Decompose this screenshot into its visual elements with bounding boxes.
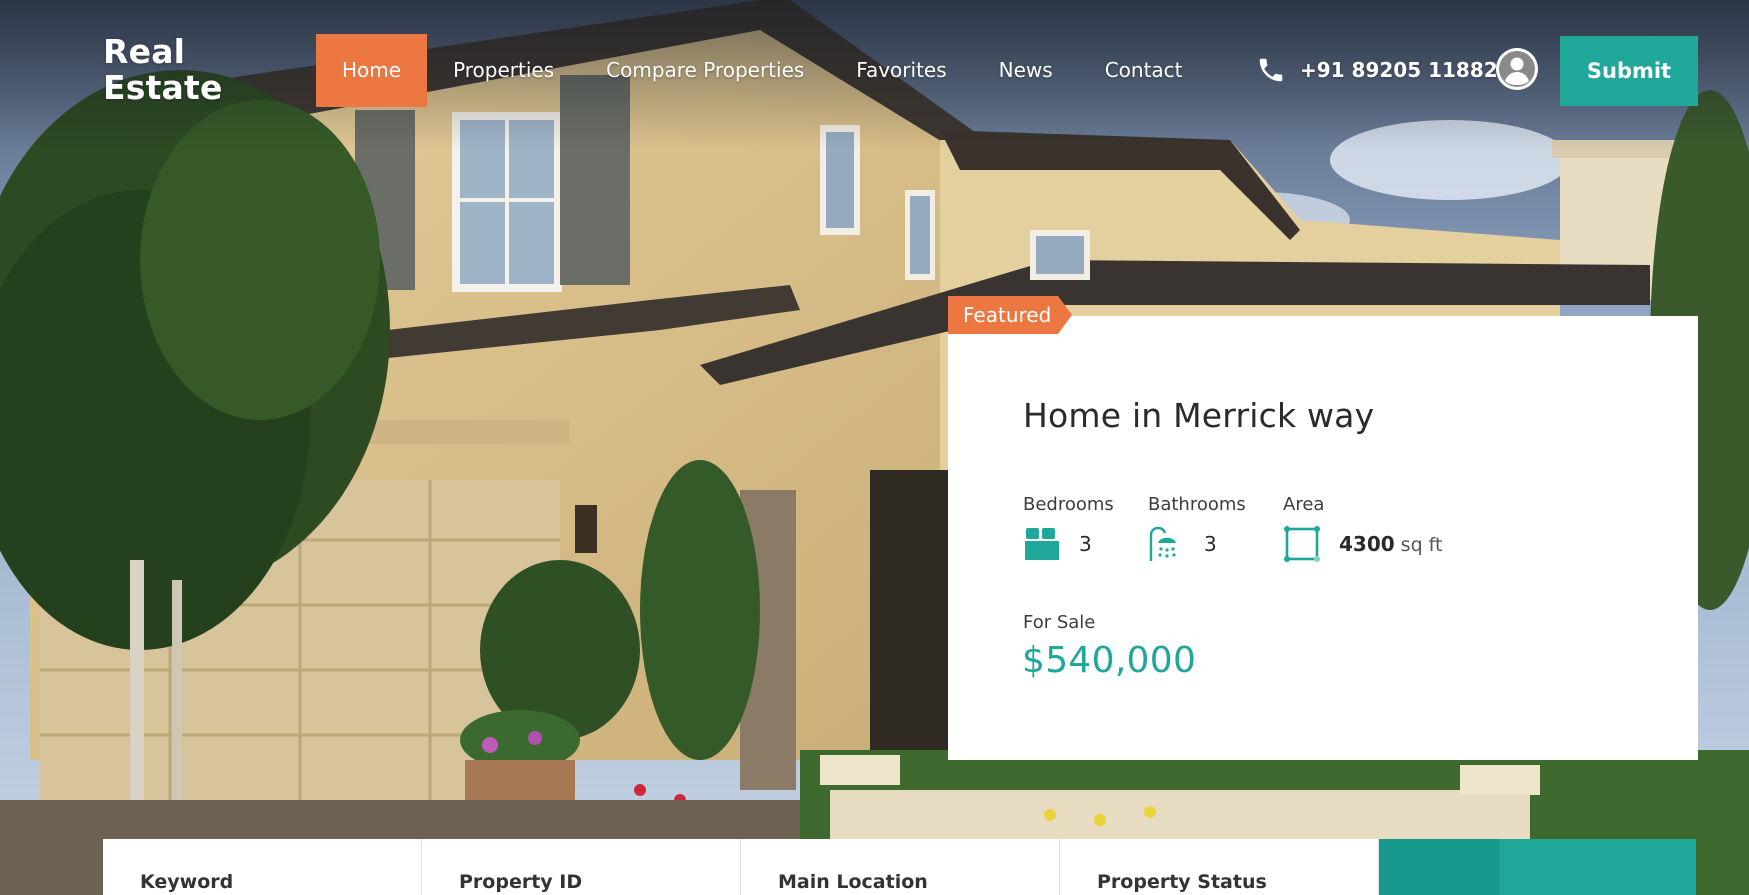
- property-search-bar: Keyword Property ID Main Location Proper…: [103, 839, 1696, 895]
- spec-bathrooms-label: Bathrooms: [1148, 494, 1246, 515]
- spec-area-value: 4300 sq ft: [1339, 532, 1442, 556]
- search-keyword-field[interactable]: Keyword: [103, 839, 422, 895]
- phone-number: +91 89205 11882: [1300, 58, 1498, 82]
- submit-button[interactable]: Submit: [1560, 36, 1698, 106]
- featured-badge: Featured: [948, 296, 1072, 334]
- brand-logo[interactable]: Real Estate: [103, 34, 223, 106]
- spec-area: Area 4300 sq ft: [1283, 494, 1442, 563]
- spec-bathrooms: Bathrooms 3: [1148, 494, 1246, 563]
- shower-icon: [1148, 525, 1186, 563]
- nav-item-contact[interactable]: Contact: [1079, 34, 1209, 107]
- main-nav: Home Properties Compare Properties Favor…: [316, 34, 1209, 107]
- nav-item-home[interactable]: Home: [316, 34, 428, 107]
- phone-contact[interactable]: +91 89205 11882: [1256, 52, 1498, 88]
- spec-bedrooms-label: Bedrooms: [1023, 494, 1114, 515]
- nav-item-compare-properties[interactable]: Compare Properties: [580, 34, 830, 107]
- spec-area-number: 4300: [1339, 532, 1395, 556]
- search-button[interactable]: [1379, 839, 1696, 895]
- nav-item-favorites[interactable]: Favorites: [830, 34, 972, 107]
- nav-item-news[interactable]: News: [973, 34, 1079, 107]
- brand-logo-line2: Estate: [103, 68, 223, 107]
- search-property-id-field[interactable]: Property ID: [422, 839, 741, 895]
- property-status-label: For Sale: [1023, 612, 1096, 633]
- featured-property-card[interactable]: Home in Merrick way Bedrooms 3 Bathrooms: [948, 316, 1698, 760]
- search-property-status-field[interactable]: Property Status: [1060, 839, 1379, 895]
- spec-bathrooms-value: 3: [1204, 532, 1217, 556]
- area-icon: [1283, 525, 1321, 563]
- spec-area-unit: sq ft: [1400, 534, 1443, 556]
- spec-area-label: Area: [1283, 494, 1325, 515]
- phone-icon: [1256, 55, 1286, 85]
- brand-logo-line1: Real: [103, 32, 186, 71]
- bed-icon: [1023, 525, 1061, 563]
- spec-bedrooms-value: 3: [1079, 532, 1092, 556]
- user-avatar-icon[interactable]: [1496, 48, 1538, 90]
- property-price: $540,000: [1022, 640, 1197, 681]
- spec-bedrooms: Bedrooms 3: [1023, 494, 1114, 563]
- search-main-location-field[interactable]: Main Location: [741, 839, 1060, 895]
- nav-item-properties[interactable]: Properties: [427, 34, 580, 107]
- property-title[interactable]: Home in Merrick way: [1023, 396, 1374, 435]
